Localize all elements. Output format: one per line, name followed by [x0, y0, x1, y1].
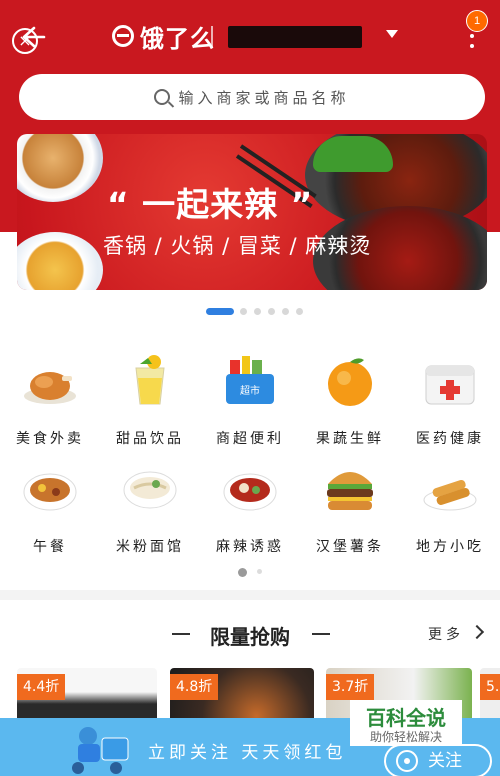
category-label: 甜品饮品: [116, 431, 184, 447]
section-separator: [0, 590, 500, 600]
delivery-rider-illustration: [72, 727, 129, 774]
search-icon: [154, 89, 171, 105]
follow-button-label: 关注: [428, 751, 462, 771]
watermark: 百科全说 助你轻松解决: [350, 700, 462, 746]
discount-badge: 4.4折: [17, 674, 66, 700]
discount-badge: 4.8折: [170, 674, 219, 700]
roast-chicken-icon: [24, 372, 76, 404]
carousel-dot[interactable]: [268, 308, 275, 315]
search-input[interactable]: 输入商家或商品名称: [19, 74, 485, 120]
carousel-indicator: [0, 307, 500, 317]
watermark-title: 百科全说: [366, 706, 446, 730]
banner-title: “ 一起来辣 ”: [107, 185, 314, 224]
food-plate-image: [17, 134, 103, 202]
burger-icon: [327, 472, 373, 510]
carousel-dot[interactable]: [282, 308, 289, 315]
greens-image: [313, 136, 393, 172]
discount-badge: 3.7折: [326, 674, 375, 700]
medicine-box-icon: [425, 365, 475, 405]
category-label: 午餐: [33, 539, 67, 555]
food-plate-image: [17, 232, 103, 290]
location-selector[interactable]: [228, 26, 362, 48]
follow-button[interactable]: 关注: [384, 744, 492, 776]
category-label: 汉堡薯条: [316, 539, 384, 555]
follow-promo-text: 立即关注 天天领红包: [148, 743, 347, 763]
title-dash-right: [312, 633, 330, 635]
orange-fruit-icon: [328, 358, 372, 406]
category-label: 美食外卖: [16, 431, 84, 447]
close-icon[interactable]: ×: [12, 28, 38, 54]
top-bar: 饿了么 1: [0, 0, 500, 72]
category-label: 麻辣诱惑: [216, 539, 284, 555]
carousel-dot-active[interactable]: [206, 308, 234, 315]
broadcast-icon: [396, 750, 418, 772]
logo-text: 饿了么: [140, 24, 215, 53]
spicy-pot-icon: [223, 473, 277, 511]
menu-dot: [470, 44, 474, 48]
caret-down-icon[interactable]: [386, 30, 398, 38]
page-dot[interactable]: [257, 569, 262, 574]
banner-subtitle: 香锅 / 火锅 / 冒菜 / 麻辣烫: [103, 234, 372, 258]
page-dot-active[interactable]: [238, 568, 247, 577]
category-label: 果蔬生鲜: [316, 431, 384, 447]
app-logo: 饿了么: [112, 20, 215, 53]
search-placeholder: 输入商家或商品名称: [178, 88, 350, 107]
carousel-dot[interactable]: [254, 308, 261, 315]
supermarket-basket-icon: 超市: [226, 356, 274, 404]
spring-roll-icon: [423, 479, 477, 511]
header-divider: [211, 26, 213, 48]
drink-cup-icon: [135, 355, 165, 405]
noodle-bowl-icon: [123, 471, 177, 509]
menu-dot: [470, 34, 474, 38]
category-label: 商超便利: [216, 431, 284, 447]
watermark-subtitle: 助你轻松解决: [369, 730, 442, 744]
discount-badge: 5.: [480, 674, 500, 700]
lunch-bowl-icon: [23, 473, 77, 511]
category-label: 地方小吃: [416, 539, 484, 555]
category-label: 医药健康: [416, 431, 484, 447]
category-page-indicator: [0, 567, 500, 577]
carousel-dot[interactable]: [240, 308, 247, 315]
logo-e-icon: [112, 25, 134, 47]
promo-banner[interactable]: “ 一起来辣 ” 香锅 / 火锅 / 冒菜 / 麻辣烫: [17, 134, 487, 290]
notification-badge[interactable]: 1: [466, 10, 488, 32]
carousel-dot[interactable]: [296, 308, 303, 315]
svg-text:超市: 超市: [240, 384, 260, 397]
more-link[interactable]: 更多: [428, 624, 464, 644]
flash-sale-title: 限量抢购: [210, 625, 290, 649]
category-label: 米粉面馆: [116, 539, 184, 555]
